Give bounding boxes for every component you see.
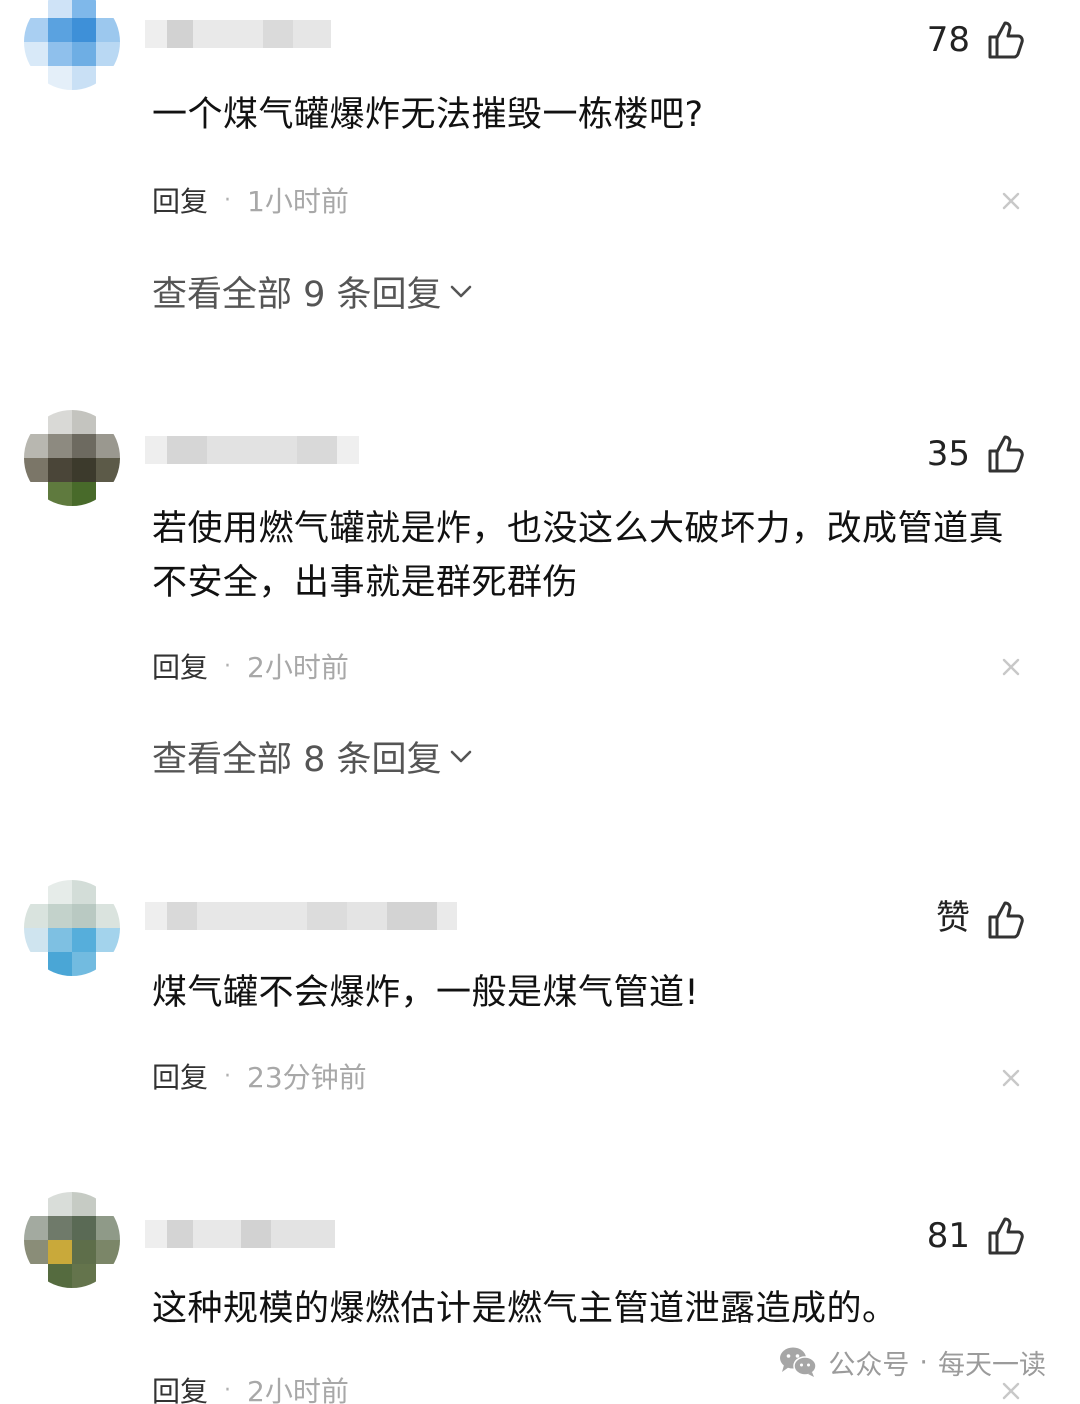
watermark-source: 公众号 bbox=[828, 1349, 910, 1381]
comment-text: 这种规模的爆燃估计是燃气主管道泄露造成的。 bbox=[152, 1289, 898, 1329]
username-blurred[interactable] bbox=[145, 428, 359, 472]
avatar[interactable] bbox=[24, 410, 120, 506]
comment-meta: 回复 · 2小时前 bbox=[152, 646, 349, 686]
watermark-separator: · bbox=[919, 1346, 928, 1378]
chevron-down-icon bbox=[450, 750, 471, 763]
close-icon[interactable] bbox=[1000, 1067, 1022, 1089]
separator-dot: · bbox=[224, 653, 232, 679]
comment-meta: 回复 · 2小时前 bbox=[152, 1370, 349, 1404]
close-icon[interactable] bbox=[1000, 190, 1022, 212]
like-count: 35 bbox=[926, 434, 970, 474]
thumbs-up-icon[interactable] bbox=[984, 898, 1028, 942]
comment-meta: 回复 · 1小时前 bbox=[152, 180, 349, 220]
reply-button[interactable]: 回复 bbox=[152, 646, 208, 686]
avatar[interactable] bbox=[24, 880, 120, 976]
view-replies-label: 查看全部 9 条回复 bbox=[152, 274, 442, 315]
comment-text: 煤气罐不会爆炸，一般是煤气管道! bbox=[152, 973, 700, 1013]
thumbs-up-icon[interactable] bbox=[984, 1214, 1028, 1258]
separator-dot: · bbox=[224, 1063, 232, 1089]
like-count: 81 bbox=[926, 1216, 970, 1256]
view-replies-label: 查看全部 8 条回复 bbox=[152, 739, 442, 780]
reply-button[interactable]: 回复 bbox=[152, 1056, 208, 1096]
avatar[interactable] bbox=[24, 0, 120, 90]
thumbs-up-icon[interactable] bbox=[984, 432, 1028, 476]
view-replies-link[interactable]: 查看全部 8 条回复 bbox=[152, 731, 474, 781]
separator-dot: · bbox=[224, 1377, 232, 1403]
username-blurred[interactable] bbox=[145, 1212, 335, 1256]
comment-meta: 回复 · 23分钟前 bbox=[152, 1056, 367, 1096]
comment-text: 一个煤气罐爆炸无法摧毁一栋楼吧? bbox=[152, 95, 704, 135]
view-replies-link[interactable]: 查看全部 9 条回复 bbox=[152, 266, 474, 316]
wechat-icon bbox=[780, 1347, 818, 1377]
watermark: 公众号 · 每天一读 bbox=[778, 1340, 1046, 1384]
avatar[interactable] bbox=[24, 1192, 120, 1288]
username-blurred[interactable] bbox=[145, 894, 457, 938]
comment-time: 23分钟前 bbox=[247, 1061, 367, 1094]
like-count: 赞 bbox=[936, 898, 970, 938]
comment-text: 若使用燃气罐就是炸，也没这么大破坏力，改成管道真不安全，出事就是群死群伤 bbox=[152, 509, 1005, 603]
comment-time: 1小时前 bbox=[247, 185, 349, 218]
reply-button[interactable]: 回复 bbox=[152, 180, 208, 220]
chevron-down-icon bbox=[450, 285, 471, 298]
close-icon[interactable] bbox=[1000, 656, 1022, 678]
username-blurred[interactable] bbox=[145, 12, 331, 56]
separator-dot: · bbox=[224, 187, 232, 213]
comment-time: 2小时前 bbox=[247, 1375, 349, 1404]
thumbs-up-icon[interactable] bbox=[984, 18, 1028, 62]
watermark-name: 每天一读 bbox=[938, 1349, 1046, 1381]
comment-time: 2小时前 bbox=[247, 651, 349, 684]
reply-button[interactable]: 回复 bbox=[152, 1370, 208, 1404]
like-count: 78 bbox=[926, 20, 970, 60]
